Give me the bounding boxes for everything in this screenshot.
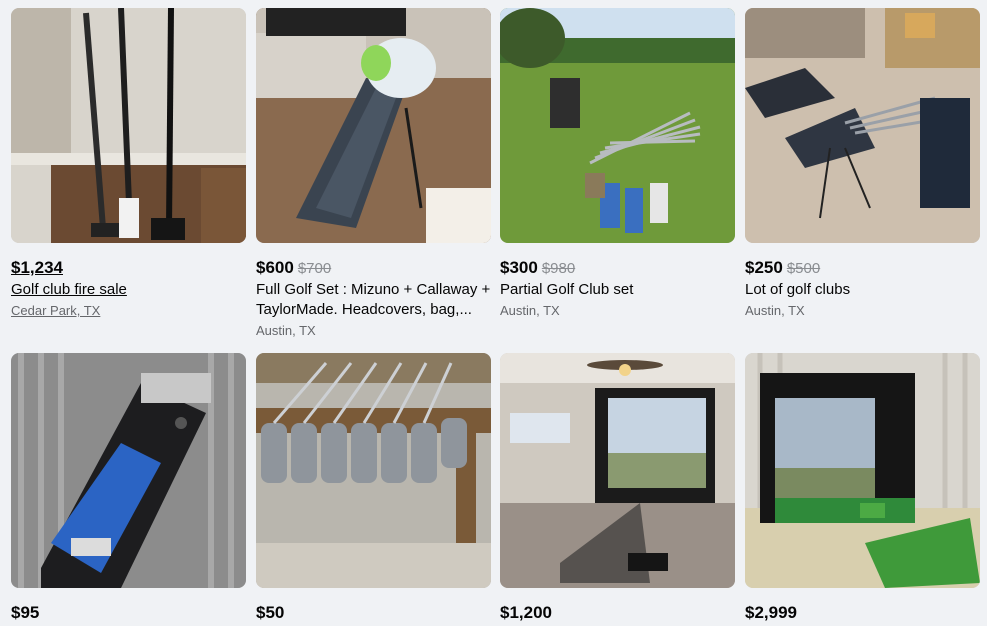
listing-card[interactable]: $2,999 [745, 353, 980, 623]
listing-photo[interactable] [500, 8, 735, 243]
listing-photo[interactable] [500, 353, 735, 588]
listing-original-price: $500 [786, 260, 821, 277]
price-row: $1,200 [500, 603, 735, 623]
putters-photo [11, 8, 246, 243]
listing-title[interactable]: Golf club fire sale [11, 280, 246, 300]
listing-photo[interactable] [256, 353, 491, 588]
listing-original-price: $700 [297, 260, 332, 277]
listing-photo[interactable] [256, 8, 491, 243]
listing-price: $600 [256, 258, 294, 277]
golf-bag-photo [256, 8, 491, 243]
listing-original-price: $980 [541, 260, 576, 277]
listing-price: $1,234 [11, 258, 63, 277]
blue-golf-bag-photo [11, 353, 246, 588]
price-row: $95 [11, 603, 246, 623]
listing-photo[interactable] [745, 353, 980, 588]
marketplace-listing-grid: $1,234 Golf club fire sale Cedar Park, T… [0, 0, 987, 626]
listing-price: $95 [11, 603, 40, 622]
golf-simulator-hitting-mat-photo [745, 353, 980, 588]
listing-title[interactable]: Lot of golf clubs [745, 280, 980, 300]
listing-card[interactable]: $1,200 [500, 353, 735, 623]
listing-price: $50 [256, 603, 285, 622]
price-row: $600 $700 [256, 258, 491, 278]
price-row: $250 $500 [745, 258, 980, 278]
listing-photo[interactable] [745, 8, 980, 243]
listing-card[interactable]: $300 $980 Partial Golf Club set Austin, T… [500, 8, 735, 320]
listing-price: $250 [745, 258, 783, 277]
listing-photo[interactable] [11, 8, 246, 243]
listing-price: $300 [500, 258, 538, 277]
listing-price: $2,999 [745, 603, 797, 622]
price-row: $2,999 [745, 603, 980, 623]
listing-card[interactable]: $250 $500 Lot of golf clubs Austin, TX [745, 8, 980, 320]
golf-simulator-room-photo [500, 353, 735, 588]
clubs-on-grass-photo [500, 8, 735, 243]
listing-location: Cedar Park, TX [11, 303, 101, 318]
listing-title[interactable]: Partial Golf Club set [500, 280, 735, 300]
listing-location: Austin, TX [256, 323, 316, 338]
listing-price: $1,200 [500, 603, 552, 622]
listing-location: Austin, TX [745, 303, 805, 318]
bags-in-garage-photo [745, 8, 980, 243]
price-row: $300 $980 [500, 258, 735, 278]
price-row: $1,234 [11, 258, 246, 278]
listing-card[interactable]: $50 [256, 353, 491, 623]
listing-card[interactable]: $95 [11, 353, 246, 623]
listing-title[interactable]: Full Golf Set : Mizuno + Callaway + Tayl… [256, 280, 491, 320]
listing-photo[interactable] [11, 353, 246, 588]
price-row: $50 [256, 603, 491, 623]
wedges-on-table-photo [256, 353, 491, 588]
listing-location: Austin, TX [500, 303, 560, 318]
listing-card[interactable]: $600 $700 Full Golf Set : Mizuno + Callaw… [256, 8, 491, 340]
listing-card[interactable]: $1,234 Golf club fire sale Cedar Park, T… [11, 8, 246, 320]
